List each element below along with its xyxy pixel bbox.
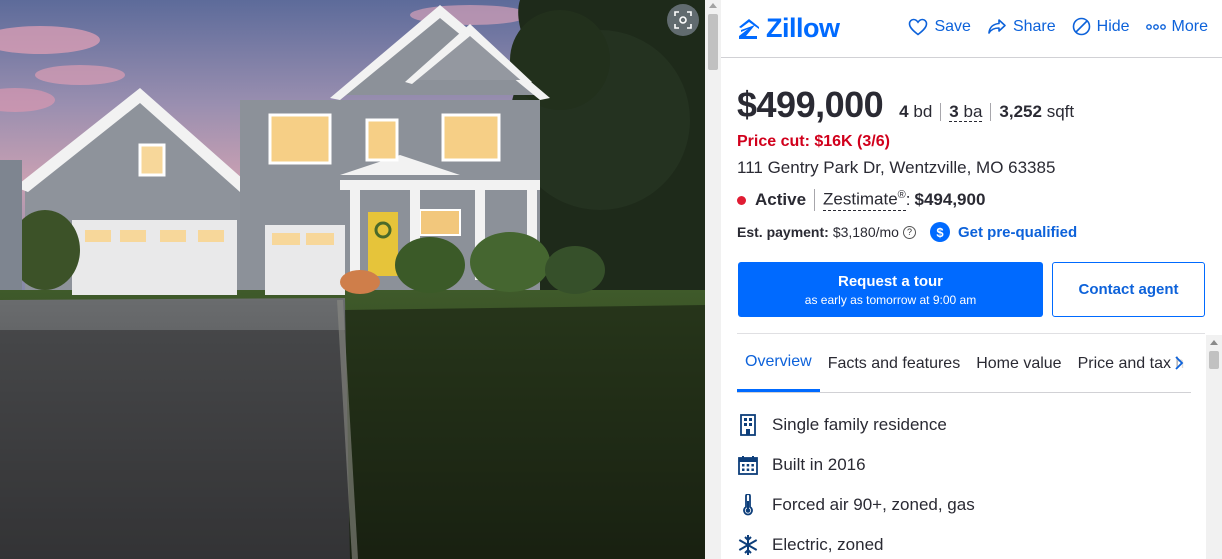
listing-address: 111 Gentry Park Dr, Wentzville, MO 63385 <box>737 158 1056 177</box>
tab-facts-and-features[interactable]: Facts and features <box>820 335 969 392</box>
overview-features: Single family residence Built in 2016 Fo… <box>737 405 975 559</box>
feature-text: Built in 2016 <box>772 455 866 474</box>
listing-status: Active <box>755 190 807 209</box>
house-photo-illustration <box>0 0 705 559</box>
baths-value: 3 <box>949 102 959 121</box>
feature-text: Forced air 90+, zoned, gas <box>772 495 975 514</box>
snowflake-icon <box>737 533 759 557</box>
request-tour-label: Request a tour <box>837 272 943 290</box>
listing-price: $499,000 <box>737 84 884 125</box>
beds-fact: 4 bd <box>899 103 940 121</box>
logo-text: Zillow <box>766 13 840 43</box>
thermometer-icon <box>737 493 759 517</box>
listing-photo[interactable] <box>0 0 705 559</box>
payment-row: Est. payment: $3,180/mo ? $ Get pre-qual… <box>737 222 1077 242</box>
help-icon[interactable]: ? <box>902 225 916 239</box>
price-cut-notice: Price cut: $16K (3/6) <box>737 133 890 150</box>
scroll-up-arrow-icon[interactable] <box>1210 340 1218 345</box>
list-item: Electric, zoned <box>737 525 975 559</box>
more-button[interactable]: More <box>1145 17 1208 36</box>
share-button[interactable]: Share <box>987 17 1056 36</box>
hide-label: Hide <box>1096 17 1130 35</box>
more-label: More <box>1171 17 1208 35</box>
tabs-next-button[interactable] <box>1171 350 1187 376</box>
share-icon <box>988 18 1006 34</box>
beds-unit: bd <box>913 102 933 121</box>
building-icon <box>737 413 759 437</box>
section-tabs: Overview Facts and features Home value P… <box>737 335 1191 393</box>
zillow-logo[interactable]: Zillow <box>737 13 840 44</box>
scrollbar-thumb[interactable] <box>708 14 718 70</box>
share-label: Share <box>1012 17 1056 35</box>
hide-button[interactable]: Hide <box>1072 17 1130 36</box>
list-item: Single family residence <box>737 405 975 445</box>
sqft-value: 3,252 <box>999 102 1042 121</box>
contact-agent-button[interactable]: Contact agent <box>1052 262 1205 317</box>
zestimate-link[interactable]: Zestimate® <box>823 189 906 211</box>
payment-value: $3,180/mo <box>832 224 899 240</box>
details-header: Zillow Save Share Hide More <box>721 0 1222 58</box>
home-facts: 4 bd 3 ba 3,252 sqft <box>899 102 1082 122</box>
tab-home-value[interactable]: Home value <box>968 335 1069 392</box>
request-tour-sublabel: as early as tomorrow at 9:00 am <box>804 292 977 307</box>
listing-details-panel: Zillow Save Share Hide More $499,000 4 b… <box>721 0 1222 559</box>
payment-label: Est. payment: <box>737 224 829 240</box>
status-row: Active Zestimate®: $494,900 <box>737 189 985 211</box>
get-prequalified-link[interactable]: Get pre-qualified <box>958 224 1077 241</box>
save-label: Save <box>934 17 971 35</box>
status-dot-icon <box>737 195 746 205</box>
details-scrollbar[interactable] <box>1206 335 1222 559</box>
header-actions: Save Share Hide More <box>892 17 1208 36</box>
more-icon <box>1145 23 1166 30</box>
sqft-fact: 3,252 sqft <box>990 103 1082 121</box>
scan-icon <box>674 11 692 29</box>
list-item: Built in 2016 <box>737 445 975 485</box>
heart-icon <box>909 18 928 36</box>
zillow-logo-icon <box>739 18 759 39</box>
hide-icon <box>1072 17 1090 36</box>
feature-text: Single family residence <box>772 415 947 434</box>
sqft-unit: sqft <box>1046 102 1075 121</box>
baths-fact[interactable]: 3 ba <box>940 102 990 122</box>
zestimate-label: Zestimate <box>823 189 898 209</box>
price-summary: $499,000 4 bd 3 ba 3,252 sqft <box>737 84 1082 126</box>
list-item: Forced air 90+, zoned, gas <box>737 485 975 525</box>
status-divider <box>814 189 816 211</box>
registered-mark: ® <box>897 189 906 202</box>
photo-scrollbar[interactable] <box>705 0 721 559</box>
calendar-icon <box>737 453 759 477</box>
scrollbar-thumb[interactable] <box>1209 351 1219 369</box>
request-tour-button[interactable]: Request a tour as early as tomorrow at 9… <box>738 262 1043 317</box>
beds-value: 4 <box>899 102 909 121</box>
chevron-right-icon <box>1175 356 1184 370</box>
zestimate-value: $494,900 <box>914 190 986 209</box>
save-button[interactable]: Save <box>908 17 971 36</box>
scroll-up-arrow-icon[interactable] <box>709 3 717 8</box>
view-photos-button[interactable] <box>667 4 699 36</box>
feature-text: Electric, zoned <box>772 535 884 554</box>
baths-unit: ba <box>963 102 983 121</box>
section-divider <box>737 333 1205 334</box>
dollar-icon: $ <box>929 222 950 242</box>
tab-overview[interactable]: Overview <box>737 335 820 392</box>
